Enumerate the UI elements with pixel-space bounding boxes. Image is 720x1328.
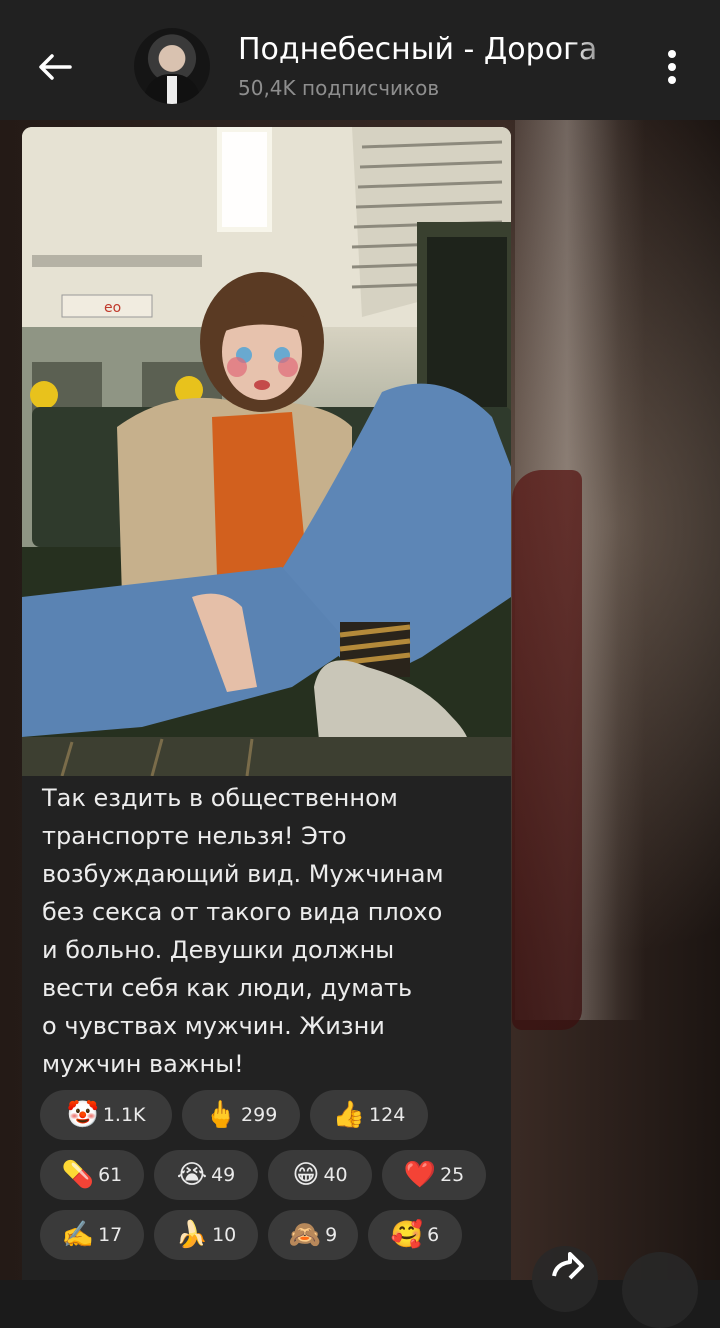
more-menu-button[interactable]	[652, 42, 692, 92]
back-arrow-icon	[39, 54, 72, 80]
reaction-chip[interactable]: 🥰 6	[368, 1210, 462, 1260]
reaction-chip[interactable]: 😁 40	[268, 1150, 372, 1200]
reaction-chip[interactable]: 💊 61	[40, 1150, 144, 1200]
reaction-chip[interactable]: ❤️ 25	[382, 1150, 486, 1200]
back-button[interactable]	[30, 44, 80, 90]
reaction-count: 9	[325, 1224, 338, 1246]
reaction-count: 124	[369, 1104, 406, 1126]
writing-hand-icon: ✍️	[61, 1220, 95, 1250]
reaction-count: 6	[427, 1224, 440, 1246]
share-arrow-icon	[552, 1252, 584, 1280]
reaction-count: 25	[440, 1164, 465, 1186]
smiling-face-hearts-icon: 🥰	[390, 1220, 424, 1250]
reaction-chip[interactable]: 🙈 9	[268, 1210, 358, 1260]
heart-icon: ❤️	[403, 1160, 437, 1190]
banana-icon: 🍌	[175, 1220, 209, 1250]
channel-title[interactable]: Поднебесный - Дорога	[238, 30, 628, 70]
reaction-count: 61	[98, 1164, 123, 1186]
channel-avatar[interactable]	[134, 28, 210, 104]
see-no-evil-monkey-icon: 🙈	[288, 1220, 322, 1250]
reaction-count: 10	[212, 1224, 237, 1246]
crying-face-icon: 😭	[176, 1160, 208, 1190]
reaction-chip[interactable]: 🤡 1.1K	[40, 1090, 172, 1140]
post-photo[interactable]: eo	[22, 127, 511, 776]
scroll-down-button[interactable]	[622, 1252, 698, 1328]
more-vertical-icon	[668, 50, 676, 84]
clown-icon: 🤡	[66, 1100, 99, 1130]
middle-finger-icon: 🖕	[204, 1100, 238, 1130]
reaction-count: 1.1K	[102, 1104, 146, 1126]
chat-header: Поднебесный - Дорога 50,4K подписчиков	[0, 0, 720, 120]
grinning-face-icon: 😁	[292, 1160, 320, 1190]
pill-icon: 💊	[61, 1160, 95, 1190]
reaction-chip[interactable]: ✍️ 17	[40, 1210, 144, 1260]
reaction-count: 49	[211, 1164, 236, 1186]
reaction-chip[interactable]: 🖕 299	[182, 1090, 300, 1140]
svg-text:eo: eo	[104, 300, 121, 316]
reaction-count: 40	[323, 1164, 348, 1186]
wallpaper-figure	[512, 470, 582, 1030]
share-button[interactable]	[532, 1246, 598, 1312]
message-bubble: eo Так ездить в общественном транспорте …	[22, 127, 511, 1280]
subscriber-count: 50,4K подписчиков	[238, 76, 440, 100]
reaction-chip[interactable]: 🍌 10	[154, 1210, 258, 1260]
reaction-count: 299	[241, 1104, 278, 1126]
reaction-count: 17	[98, 1224, 123, 1246]
post-text: Так ездить в общественном транспорте нел…	[42, 784, 444, 1078]
reaction-chip[interactable]: 👍 124	[310, 1090, 428, 1140]
thumbs-up-icon: 👍	[332, 1100, 366, 1130]
reaction-chip[interactable]: 😭 49	[154, 1150, 258, 1200]
